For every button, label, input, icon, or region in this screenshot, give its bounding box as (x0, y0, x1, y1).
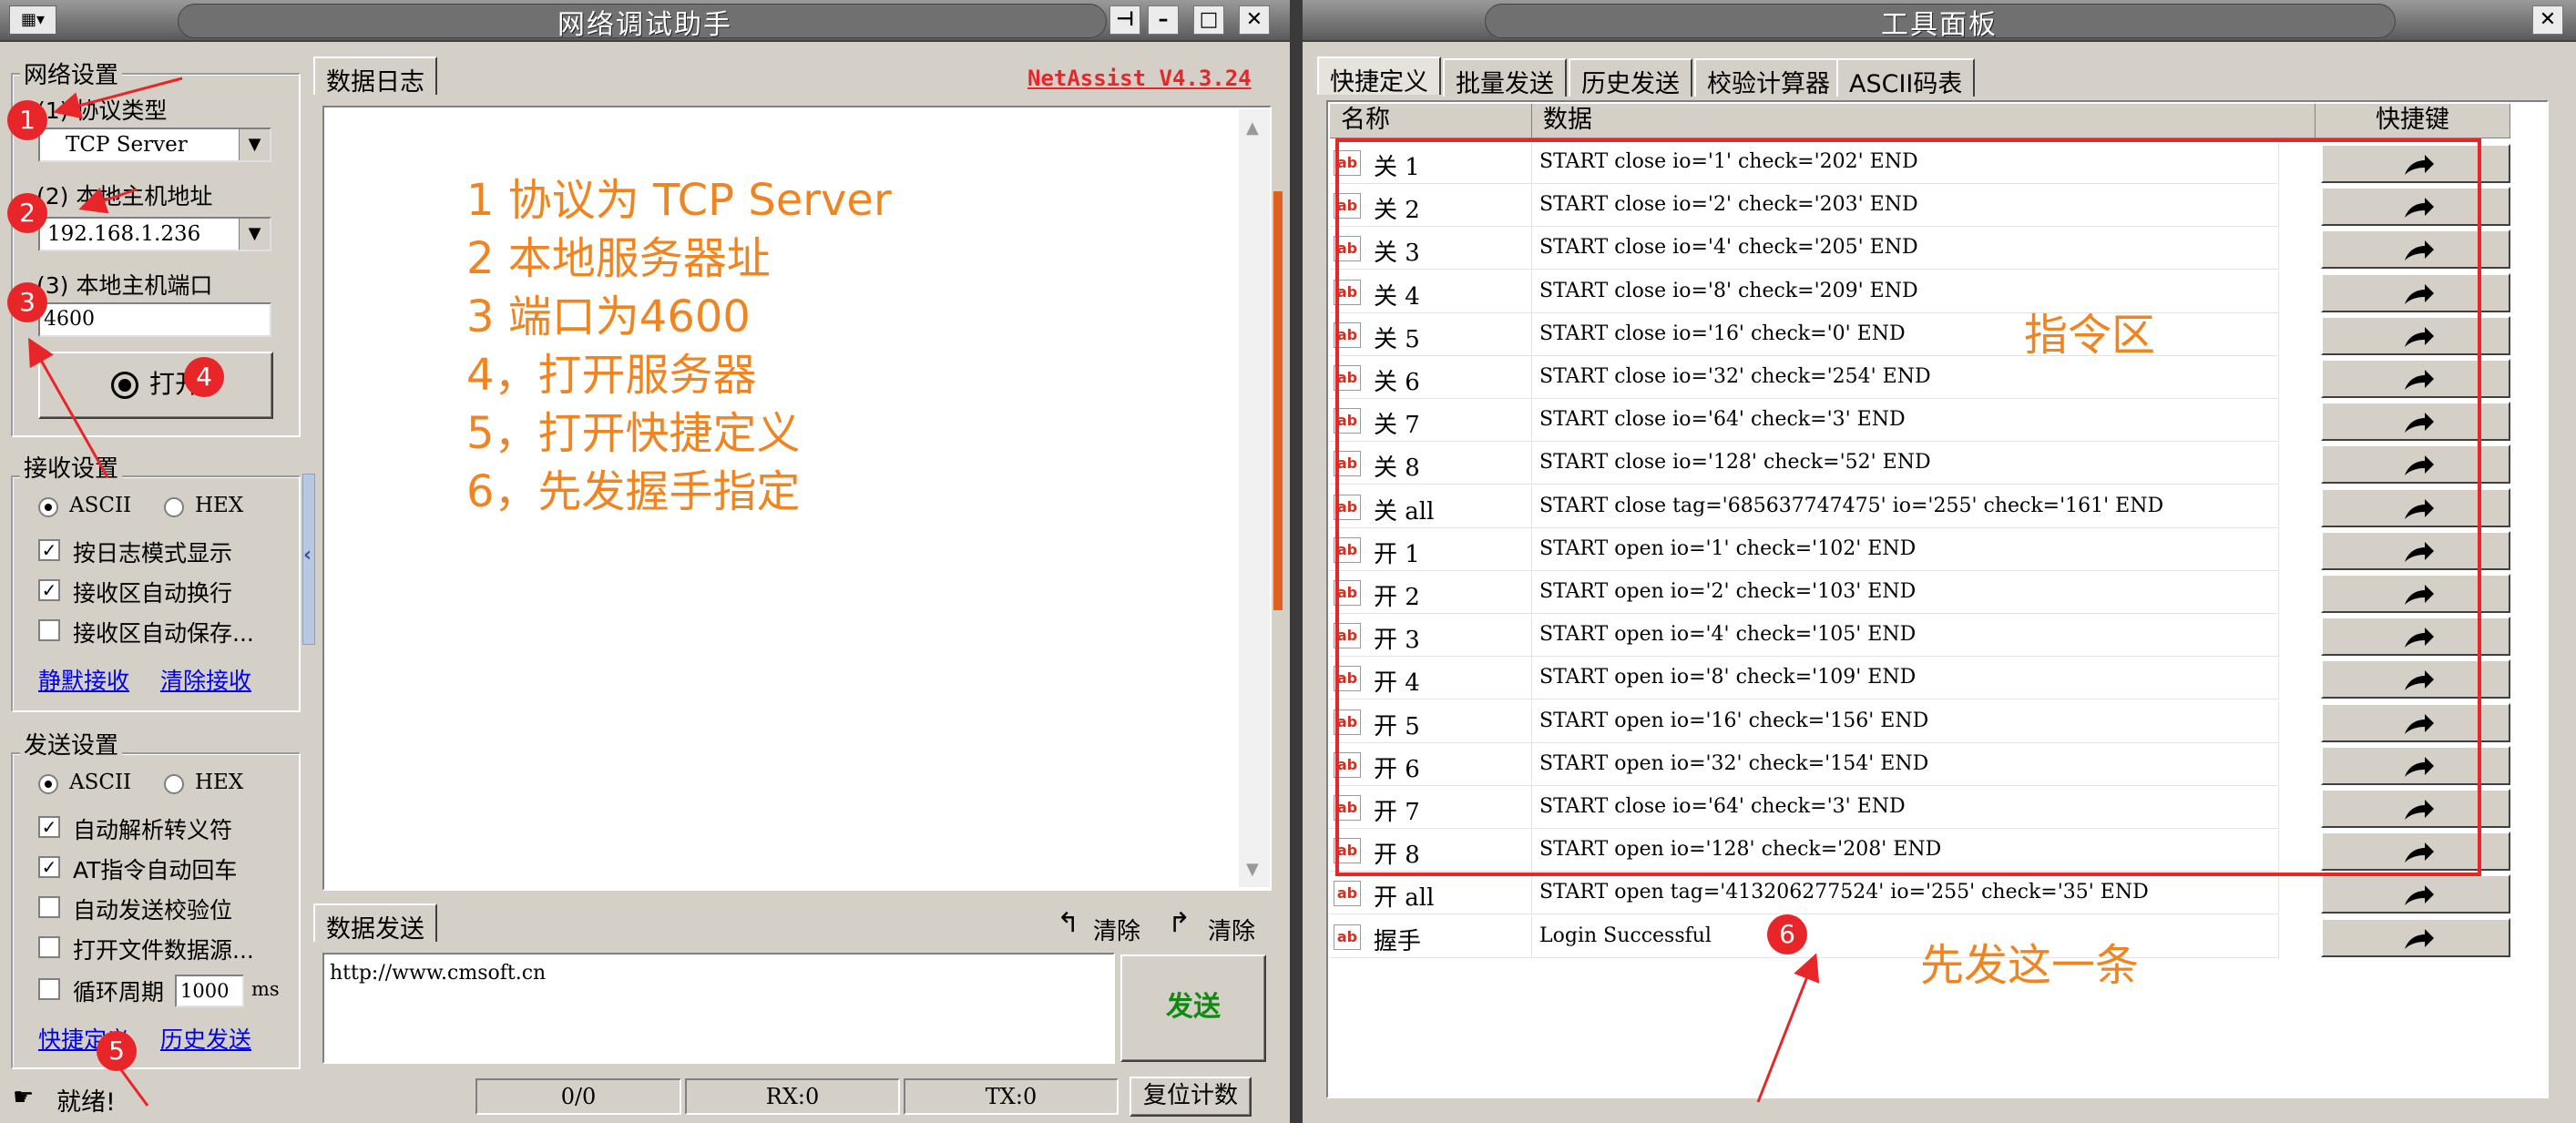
arrow-5 (115, 1063, 149, 1107)
arrow-1 (53, 77, 183, 119)
arrow-4 (28, 337, 109, 478)
arrow-2 (78, 187, 138, 214)
annotation-arrows (28, 77, 1820, 1107)
arrow-6 (1756, 953, 1820, 1103)
